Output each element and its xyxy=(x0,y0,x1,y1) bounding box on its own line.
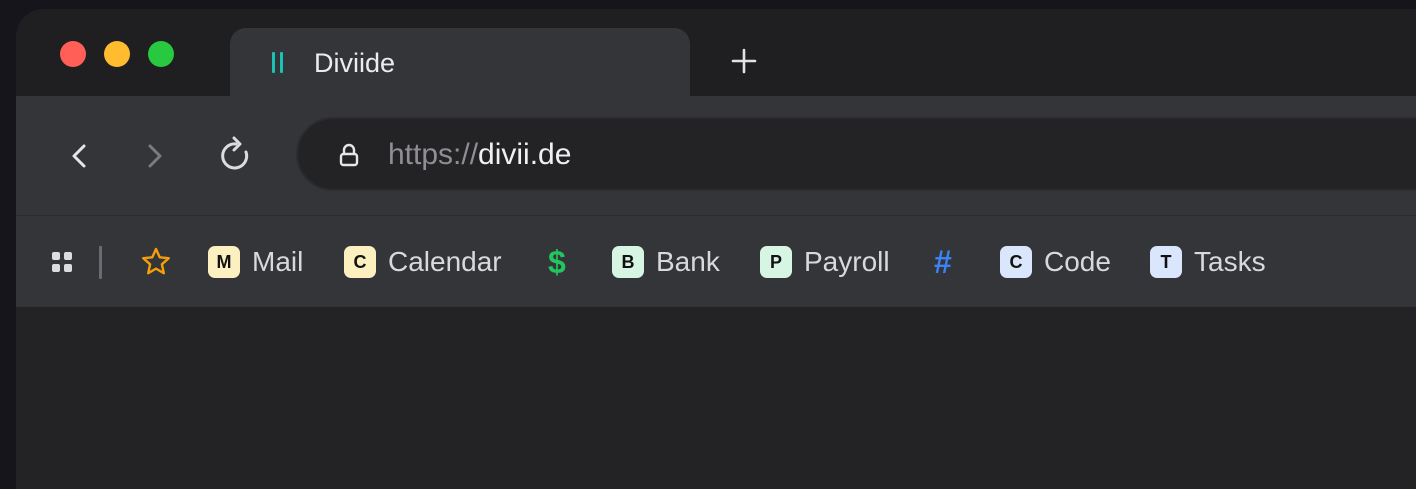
bookmark-label: Payroll xyxy=(804,246,890,277)
bookmark-bank[interactable]: B Bank xyxy=(612,245,720,279)
bookmark-code[interactable]: C Code xyxy=(1000,245,1111,279)
bookmark-label: Code xyxy=(1044,246,1111,277)
dollar-icon: $ xyxy=(548,244,566,280)
divider-bars-icon xyxy=(272,52,284,73)
url-text[interactable]: https://divii.de xyxy=(388,138,571,172)
plus-icon[interactable] xyxy=(728,45,760,77)
reload-icon[interactable] xyxy=(214,134,258,178)
title-bar: Diviide xyxy=(16,9,1416,98)
bookmark-badge: B xyxy=(612,246,644,278)
bookmark-badge: M xyxy=(208,246,240,278)
bookmark-badge: C xyxy=(1000,246,1032,278)
chevron-left-icon[interactable] xyxy=(56,134,100,178)
bookmark-badge: T xyxy=(1150,246,1182,278)
bookmark-mail[interactable]: M Mail xyxy=(208,245,303,279)
bookmark-label: Bank xyxy=(656,246,720,277)
navigation-toolbar: https://divii.de xyxy=(16,96,1416,216)
hash-icon: # xyxy=(934,244,952,280)
page-content xyxy=(16,307,1416,489)
bookmark-payroll[interactable]: P Payroll xyxy=(760,245,890,279)
bookmark-badge: P xyxy=(760,246,792,278)
bookmarks-bar: M Mail C Calendar $ B Bank P Payroll # C… xyxy=(16,216,1416,307)
url-scheme: https:// xyxy=(388,138,479,171)
bookmarks-divider xyxy=(99,246,102,279)
bookmark-dollar[interactable]: $ xyxy=(548,245,566,279)
chevron-right-icon[interactable] xyxy=(134,134,178,178)
bookmark-tasks[interactable]: T Tasks xyxy=(1150,245,1266,279)
url-host: divii.de xyxy=(478,138,572,171)
apps-grid-icon[interactable] xyxy=(50,250,74,274)
address-bar[interactable]: https://divii.de xyxy=(296,117,1416,191)
browser-window: Diviide https://divii.de M Mail C Calend… xyxy=(16,9,1416,489)
bookmark-label: Calendar xyxy=(388,246,502,277)
bookmark-label: Tasks xyxy=(1194,246,1266,277)
close-window-button[interactable] xyxy=(60,41,86,67)
minimize-window-button[interactable] xyxy=(104,41,130,67)
lock-icon xyxy=(339,143,359,167)
bookmark-calendar[interactable]: C Calendar xyxy=(344,245,502,279)
tab-diviide[interactable]: Diviide xyxy=(230,28,690,98)
bookmark-label: Mail xyxy=(252,246,304,277)
bookmark-badge: C xyxy=(344,246,376,278)
zoom-window-button[interactable] xyxy=(148,41,174,67)
star-icon[interactable] xyxy=(140,246,172,278)
bookmark-hash[interactable]: # xyxy=(934,245,952,279)
tab-title: Diviide xyxy=(314,48,396,78)
